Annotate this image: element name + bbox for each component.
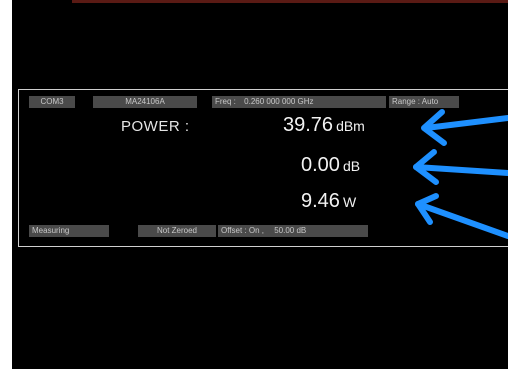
arrow-icon [415,193,508,239]
arrow-icon [413,149,508,185]
annotation-arrows [413,109,508,239]
arrow-icon [421,109,508,146]
power-meter-screen: COM3 MA24106A Freq : 0.260 000 000 GHz R… [12,0,508,369]
